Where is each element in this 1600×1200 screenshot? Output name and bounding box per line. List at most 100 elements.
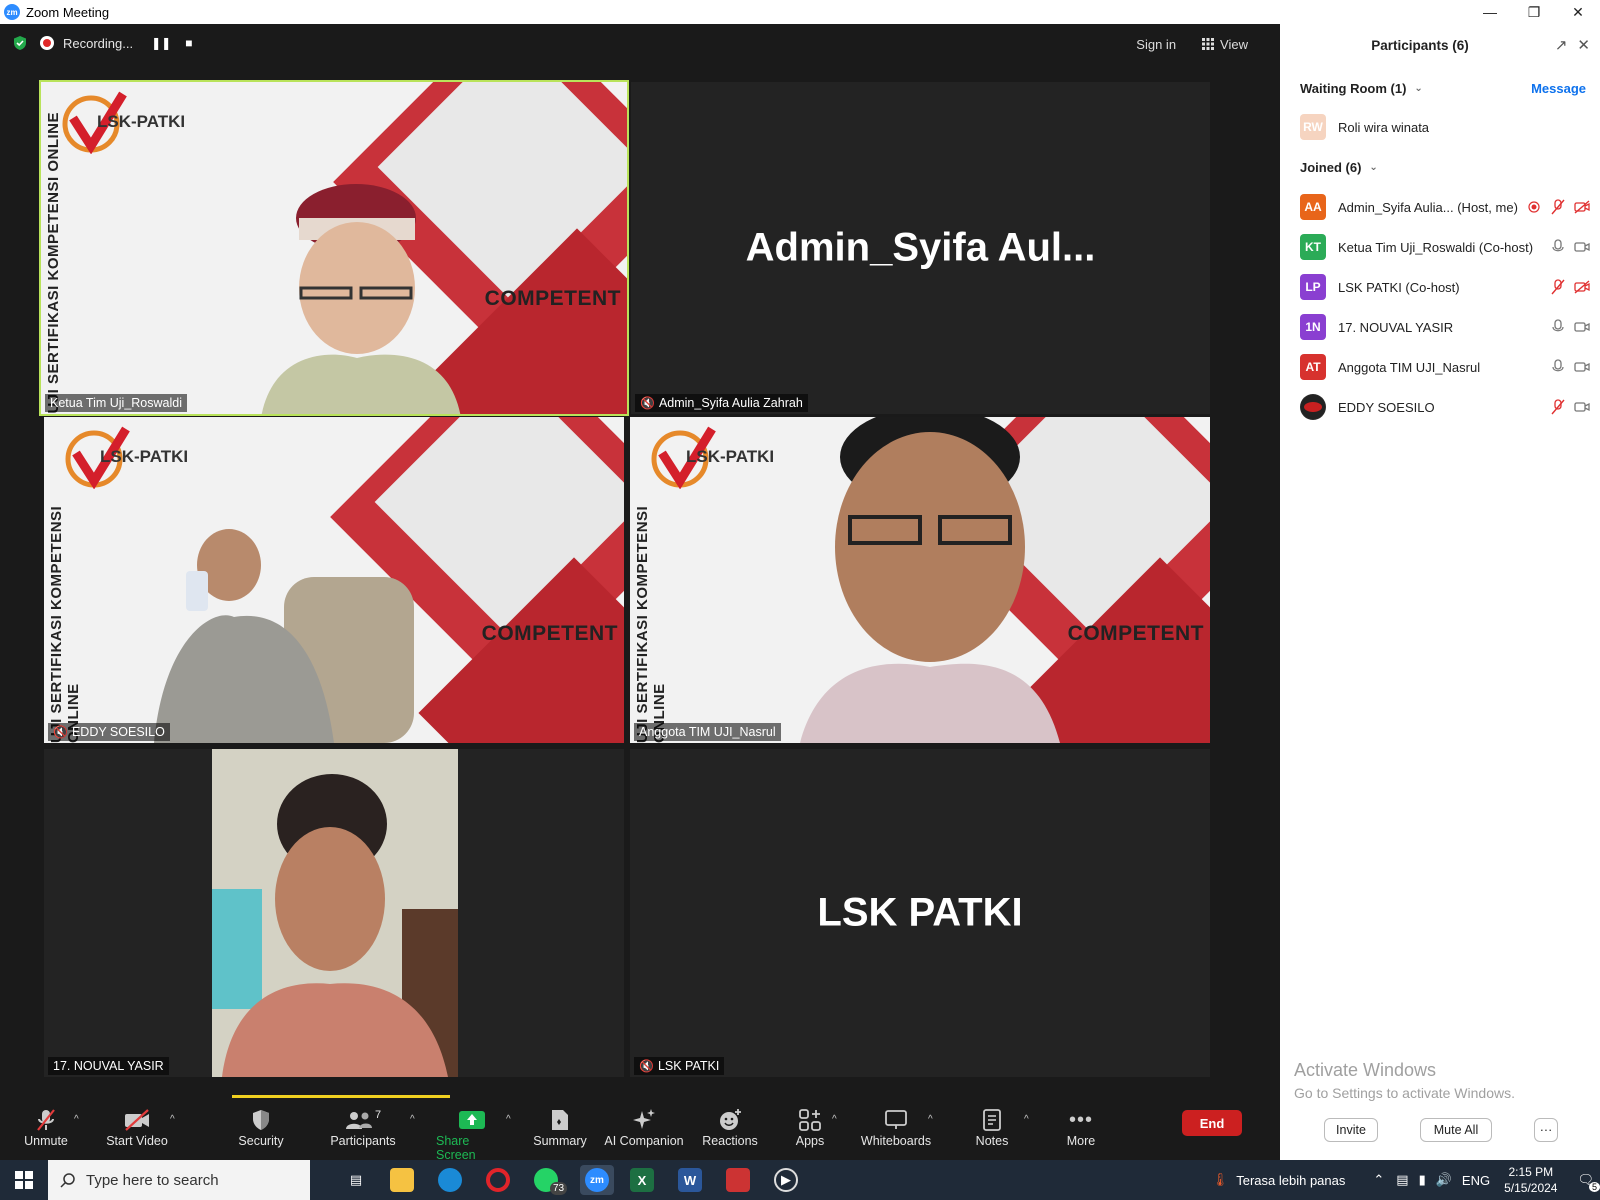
opera-browser-icon[interactable] [486,1168,510,1192]
video-tile-nouval[interactable]: 17. NOUVAL YASIR [44,749,624,1077]
minimize-icon[interactable]: — [1468,0,1512,24]
participants-options-caret-icon[interactable]: ^ [410,1114,415,1125]
participant-row[interactable]: AT Anggota TIM UJI_Nasrul [1300,354,1596,380]
notes-options-caret-icon[interactable]: ^ [1024,1114,1029,1125]
active-speaker-bar [232,1095,450,1098]
participant-name: Anggota TIM UJI_Nasrul [639,725,776,739]
meeting-toolbar: Unmute ^ Start Video ^ Security 7 Partic… [0,1100,1280,1162]
unmute-button[interactable]: Unmute [24,1106,68,1148]
mic-muted-icon [1550,399,1566,415]
video-tile-admin-syifa[interactable]: Admin_Syifa Aul... 🔇 Admin_Syifa Aulia Za… [631,82,1210,414]
system-tray: 🌡 Terasa lebih panas ⌃ ▤ ▮ 🔊 ENG 2:15 PM… [1212,1160,1600,1200]
app-icon[interactable] [726,1168,750,1192]
restore-icon[interactable]: ❐ [1512,0,1556,24]
share-options-caret-icon[interactable]: ^ [506,1114,511,1125]
waiting-room-header[interactable]: Waiting Room (1) ⌄ [1300,81,1423,96]
sign-in-button[interactable]: Sign in [1128,32,1184,56]
file-explorer-icon[interactable] [390,1168,414,1192]
video-on-icon [1574,319,1590,335]
competent-text: COMPETENT [484,287,621,310]
view-button[interactable]: View [1194,32,1256,56]
participants-label: Participants [330,1134,396,1148]
taskbar-search-box[interactable]: Type here to search [48,1160,310,1200]
video-tile-eddy[interactable]: LSK-PATKI UJI SERTIFIKASI KOMPETENSI ONL… [44,417,624,743]
zoom-taskbar-icon[interactable]: zm [580,1165,614,1195]
apps-options-caret-icon[interactable]: ^ [832,1114,837,1125]
clock[interactable]: 2:15 PM 5/15/2024 [1504,1164,1557,1196]
video-tile-roswaldi[interactable]: LSK-PATKI UJI SERTIFIKASI KOMPETENSI ONL… [39,80,629,416]
reactions-label: Reactions [702,1134,758,1148]
participant-name: Admin_Syifa Aulia... (Host, me) [1338,199,1518,215]
video-tile-nasrul[interactable]: LSK-PATKI UJI SERTIFIKASI KOMPETENSI ONL… [630,417,1210,743]
participant-row[interactable]: 1N 17. NOUVAL YASIR [1300,314,1596,340]
participant-video-person [154,529,414,743]
logo-text: LSK-PATKI [97,112,186,131]
stop-recording-icon[interactable]: ■ [185,36,192,50]
video-off-icon [1574,279,1590,295]
mic-muted-icon: 🔇 [639,1059,654,1073]
language-indicator[interactable]: ENG [1462,1173,1490,1188]
vertical-banner-text: UJI SERTIFIKASI KOMPETENSI ONLINE [634,505,668,743]
end-meeting-button[interactable]: End [1182,1110,1242,1136]
meeting-top-bar: Recording... ❚❚ ■ Sign in View [0,24,1280,62]
share-screen-button[interactable]: Share Screen [436,1106,508,1162]
summary-button[interactable]: Summary [532,1106,588,1148]
mute-all-label: Mute All [1433,1123,1479,1137]
avatar: LP [1300,274,1326,300]
excel-icon[interactable]: X [630,1168,654,1192]
volume-icon[interactable]: 🔊 [1436,1172,1452,1188]
ai-companion-label: AI Companion [604,1134,684,1148]
notes-button[interactable]: Notes [972,1106,1012,1148]
pop-out-icon[interactable]: ↗ [1555,36,1568,54]
participant-name-tag: Anggota TIM UJI_Nasrul [634,723,781,741]
tray-chevron-icon[interactable]: ⌃ [1373,1172,1384,1188]
ai-companion-button[interactable]: AI Companion [604,1106,684,1148]
participant-row[interactable]: EDDY SOESILO [1300,394,1596,420]
whiteboards-options-caret-icon[interactable]: ^ [928,1114,933,1125]
encryption-shield-icon[interactable] [12,35,28,51]
participant-row[interactable]: LP LSK PATKI (Co-host) [1300,274,1596,300]
weather-text[interactable]: Terasa lebih panas [1236,1173,1345,1188]
whiteboards-button[interactable]: Whiteboards [858,1106,934,1148]
participant-name: LSK PATKI (Co-host) [1338,279,1460,295]
media-player-icon[interactable]: ▶ [774,1168,798,1192]
pause-recording-icon[interactable]: ❚❚ [151,36,171,50]
network-icon[interactable]: ▤ [1396,1172,1408,1188]
participant-name: Roli wira winata [1338,119,1430,135]
security-button[interactable]: Security [236,1106,286,1148]
video-options-caret-icon[interactable]: ^ [170,1114,175,1125]
audio-options-caret-icon[interactable]: ^ [74,1114,79,1125]
mute-all-button[interactable]: Mute All [1420,1118,1492,1142]
apps-button[interactable]: Apps [792,1106,828,1148]
start-video-button[interactable]: Start Video [104,1106,170,1148]
participant-video-person [261,184,461,414]
edge-browser-icon[interactable] [438,1168,462,1192]
participant-name: LSK PATKI [657,1059,720,1073]
invite-button[interactable]: Invite [1324,1118,1378,1142]
waiting-participant-row[interactable]: RW Roli wira winata [1300,114,1596,140]
participants-button[interactable]: 7 Participants [328,1106,398,1148]
video-tile-lsk-patki[interactable]: LSK PATKI 🔇 LSK PATKI [630,749,1210,1077]
logo-text: LSK-PATKI [686,447,775,466]
participant-row[interactable]: KT Ketua Tim Uji_Roswaldi (Co-host) [1300,234,1596,260]
reactions-button[interactable]: Reactions [702,1106,758,1148]
joined-header[interactable]: Joined (6) ⌄ [1300,160,1378,175]
message-waiting-room-link[interactable]: Message [1531,81,1586,96]
panel-more-button[interactable]: ··· [1534,1118,1558,1142]
task-view-icon[interactable]: ▤ [344,1168,368,1192]
grid-icon [1202,38,1215,50]
chevron-down-icon: ⌄ [1414,83,1423,94]
windows-start-button[interactable] [0,1160,48,1200]
close-icon[interactable]: ✕ [1556,0,1600,24]
close-panel-icon[interactable]: ✕ [1577,36,1590,54]
participant-video-feed [212,749,458,1077]
notification-icon[interactable]: 🗨 5 [1577,1172,1600,1192]
competent-text: COMPETENT [1067,622,1204,645]
battery-icon[interactable]: ▮ [1419,1172,1426,1188]
reactions-smiley-icon [720,1109,741,1130]
word-icon[interactable]: W [678,1168,702,1192]
more-button[interactable]: ••• More [1064,1106,1098,1149]
participant-row[interactable]: AA Admin_Syifa Aulia... (Host, me) [1300,194,1596,220]
participant-name-tag: 🔇 EDDY SOESILO [48,723,170,741]
zoom-icon-label: zm [585,1168,609,1192]
